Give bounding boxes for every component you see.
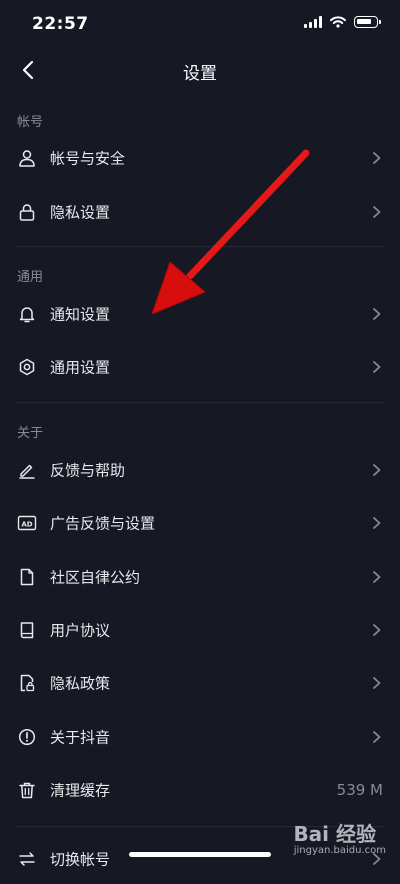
settings-item-about[interactable]: 关于抖音 [0, 710, 400, 764]
watermark-url: jingyan.baidu.com [293, 845, 386, 856]
settings-item-privacy[interactable]: 隐私设置 [0, 185, 400, 239]
section-divider [16, 246, 384, 247]
settings-item-label: 反馈与帮助 [50, 461, 126, 480]
settings-item-ad-feedback[interactable]: AD 广告反馈与设置 [0, 496, 400, 550]
settings-item-label: 通知设置 [50, 305, 111, 324]
chevron-right-icon [373, 571, 381, 583]
chevron-right-icon [373, 731, 381, 743]
home-indicator [129, 852, 271, 857]
settings-item-label: 切换帐号 [50, 850, 111, 869]
settings-item-label: 通用设置 [50, 358, 111, 377]
settings-item-notifications[interactable]: 通知设置 [0, 287, 400, 341]
settings-item-label: 用户协议 [50, 621, 111, 640]
user-icon [17, 148, 37, 168]
settings-item-privacy-policy[interactable]: 隐私政策 [0, 656, 400, 710]
status-bar: 22:57 [0, 0, 400, 48]
chevron-right-icon [373, 624, 381, 636]
section-title-general: 通用 [17, 270, 44, 285]
settings-item-general[interactable]: 通用设置 [0, 340, 400, 394]
switch-icon [17, 849, 37, 869]
privacy-doc-icon [17, 673, 37, 693]
chevron-right-icon [373, 677, 381, 689]
settings-item-feedback[interactable]: 反馈与帮助 [0, 443, 400, 497]
gear-icon [17, 357, 37, 377]
chevron-right-icon [373, 517, 381, 529]
ad-icon: AD [17, 513, 37, 533]
book-icon [17, 620, 37, 640]
lock-icon [17, 202, 37, 222]
cache-size-value: 539 M [336, 781, 383, 799]
document-icon [17, 567, 37, 587]
wifi-icon [330, 16, 346, 28]
section-title-account: 帐号 [17, 115, 44, 130]
page-title: 设置 [183, 64, 217, 84]
settings-item-label: 隐私政策 [50, 674, 111, 693]
bell-icon [17, 304, 37, 324]
settings-item-label: 清理缓存 [50, 781, 111, 800]
info-icon [17, 727, 37, 747]
settings-item-label: 隐私设置 [50, 203, 111, 222]
svg-text:AD: AD [21, 520, 32, 528]
edit-icon [17, 460, 37, 480]
section-title-about: 关于 [17, 426, 44, 441]
cellular-signal-icon [304, 16, 322, 28]
trash-icon [17, 780, 37, 800]
status-time: 22:57 [32, 14, 89, 34]
settings-item-label: 帐号与安全 [50, 149, 126, 168]
chevron-right-icon [373, 152, 381, 164]
chevron-right-icon [373, 361, 381, 373]
settings-item-label: 广告反馈与设置 [50, 514, 156, 533]
baidu-jingyan-watermark: Bai 经验 [293, 822, 376, 846]
battery-icon [354, 16, 381, 28]
settings-item-clear-cache[interactable]: 清理缓存 539 M [0, 763, 400, 817]
section-divider [16, 402, 384, 403]
settings-item-user-agreement[interactable]: 用户协议 [0, 603, 400, 657]
settings-item-label: 社区自律公约 [50, 568, 141, 587]
status-icons [304, 16, 381, 28]
chevron-right-icon [373, 206, 381, 218]
settings-item-community-guidelines[interactable]: 社区自律公约 [0, 550, 400, 604]
nav-bar: 设置 [0, 48, 400, 92]
settings-item-label: 关于抖音 [50, 728, 111, 747]
chevron-right-icon [373, 308, 381, 320]
chevron-right-icon [373, 464, 381, 476]
settings-item-account-security[interactable]: 帐号与安全 [0, 131, 400, 185]
